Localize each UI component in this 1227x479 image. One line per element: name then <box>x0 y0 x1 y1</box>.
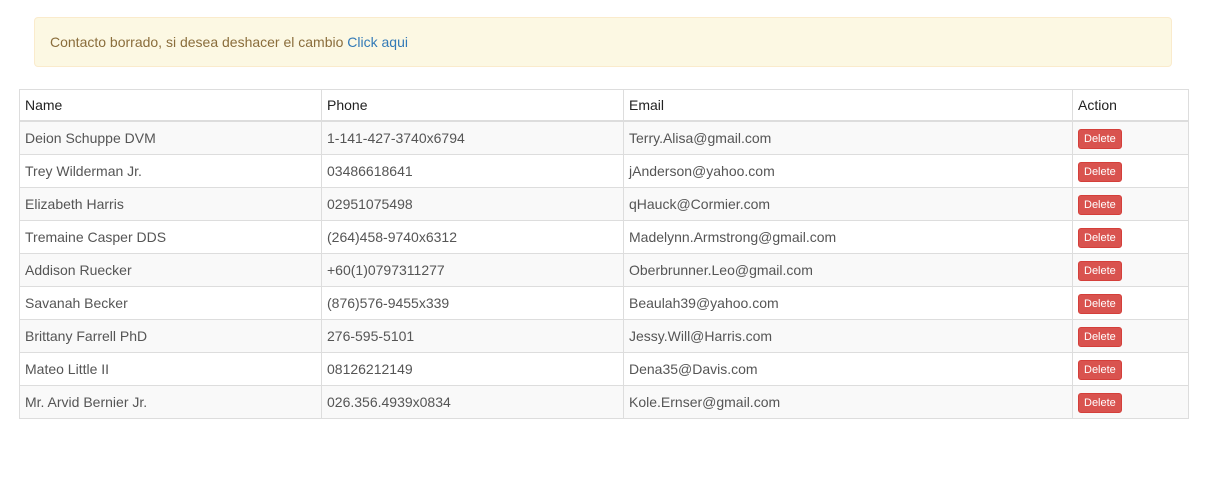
contact-phone: (876)576-9455x339 <box>321 286 624 320</box>
contact-phone: +60(1)0797311277 <box>321 253 624 287</box>
contact-email: Madelynn.Armstrong@gmail.com <box>623 220 1073 254</box>
contact-phone: 08126212149 <box>321 352 624 386</box>
contact-phone: 026.356.4939x0834 <box>321 385 624 419</box>
action-cell: Delete <box>1072 385 1189 419</box>
contact-name: Addison Ruecker <box>19 253 322 287</box>
contact-name: Savanah Becker <box>19 286 322 320</box>
action-cell: Delete <box>1072 187 1189 221</box>
delete-button[interactable]: Delete <box>1078 194 1122 216</box>
action-cell: Delete <box>1072 120 1189 155</box>
contact-name: Tremaine Casper DDS <box>19 220 322 254</box>
table-row: Mateo Little II 08126212149 Dena35@Davis… <box>19 352 1189 386</box>
contact-email: Dena35@Davis.com <box>623 352 1073 386</box>
delete-button[interactable]: Delete <box>1078 359 1122 381</box>
table-row: Tremaine Casper DDS (264)458-9740x6312 M… <box>19 220 1189 254</box>
contact-email: Oberbrunner.Leo@gmail.com <box>623 253 1073 287</box>
contact-name: Brittany Farrell PhD <box>19 319 322 353</box>
contact-phone: (264)458-9740x6312 <box>321 220 624 254</box>
column-header-phone: Phone <box>321 89 624 122</box>
header-row: Name Phone Email Action <box>19 89 1189 122</box>
contact-name: Mateo Little II <box>19 352 322 386</box>
contact-phone: 02951075498 <box>321 187 624 221</box>
undo-alert: Contacto borrado, si desea deshacer el c… <box>34 17 1172 67</box>
table-row: Trey Wilderman Jr. 03486618641 jAnderson… <box>19 154 1189 188</box>
table-body: Deion Schuppe DVM 1-141-427-3740x6794 Te… <box>19 120 1189 419</box>
table-row: Brittany Farrell PhD 276-595-5101 Jessy.… <box>19 319 1189 353</box>
contact-phone: 1-141-427-3740x6794 <box>321 120 624 155</box>
contact-phone: 03486618641 <box>321 154 624 188</box>
table-row: Deion Schuppe DVM 1-141-427-3740x6794 Te… <box>19 120 1189 155</box>
delete-button[interactable]: Delete <box>1078 227 1122 249</box>
contact-email: Kole.Ernser@gmail.com <box>623 385 1073 419</box>
undo-link[interactable]: Click aqui <box>347 34 408 50</box>
contact-phone: 276-595-5101 <box>321 319 624 353</box>
delete-button[interactable]: Delete <box>1078 161 1122 183</box>
contact-name: Trey Wilderman Jr. <box>19 154 322 188</box>
table-row: Addison Ruecker +60(1)0797311277 Oberbru… <box>19 253 1189 287</box>
column-header-email: Email <box>623 89 1073 122</box>
action-cell: Delete <box>1072 286 1189 320</box>
contacts-table: Name Phone Email Action Deion Schuppe DV… <box>19 89 1189 419</box>
contact-email: qHauck@Cormier.com <box>623 187 1073 221</box>
delete-button[interactable]: Delete <box>1078 260 1122 282</box>
action-cell: Delete <box>1072 253 1189 287</box>
delete-button[interactable]: Delete <box>1078 293 1122 315</box>
contact-email: Beaulah39@yahoo.com <box>623 286 1073 320</box>
action-cell: Delete <box>1072 319 1189 353</box>
table-header: Name Phone Email Action <box>19 89 1189 122</box>
action-cell: Delete <box>1072 154 1189 188</box>
delete-button[interactable]: Delete <box>1078 326 1122 348</box>
table-row: Mr. Arvid Bernier Jr. 026.356.4939x0834 … <box>19 385 1189 419</box>
delete-button[interactable]: Delete <box>1078 128 1122 150</box>
action-cell: Delete <box>1072 220 1189 254</box>
contact-email: Jessy.Will@Harris.com <box>623 319 1073 353</box>
alert-message: Contacto borrado, si desea deshacer el c… <box>50 34 348 50</box>
contact-email: Terry.Alisa@gmail.com <box>623 120 1073 155</box>
action-cell: Delete <box>1072 352 1189 386</box>
contact-name: Elizabeth Harris <box>19 187 322 221</box>
contact-name: Mr. Arvid Bernier Jr. <box>19 385 322 419</box>
column-header-name: Name <box>19 89 322 122</box>
column-header-action: Action <box>1072 89 1189 122</box>
table-row: Elizabeth Harris 02951075498 qHauck@Corm… <box>19 187 1189 221</box>
contact-name: Deion Schuppe DVM <box>19 120 322 155</box>
delete-button[interactable]: Delete <box>1078 392 1122 414</box>
contact-email: jAnderson@yahoo.com <box>623 154 1073 188</box>
table-row: Savanah Becker (876)576-9455x339 Beaulah… <box>19 286 1189 320</box>
